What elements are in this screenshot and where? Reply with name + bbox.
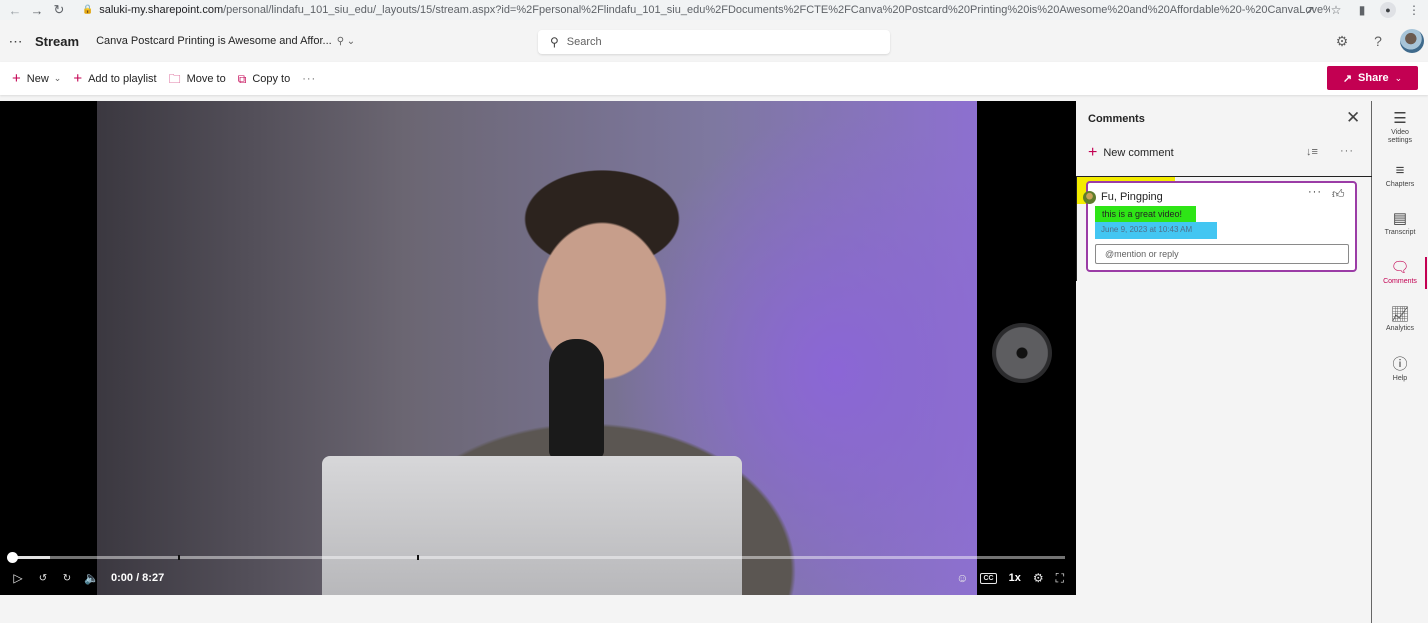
app-launcher-icon[interactable]: ⋯ (4, 33, 26, 50)
new-comment-button[interactable]: + New comment (1088, 145, 1174, 161)
rail-label: Help (1392, 375, 1408, 382)
rail-label: Comments (1383, 278, 1417, 285)
settings-gear-icon[interactable]: ⚙ (1324, 33, 1360, 50)
help-icon: ⓘ (1392, 356, 1408, 373)
right-rail: ☰ Video settings ≡ Chapters ▤ Transcript … (1372, 101, 1428, 623)
command-bar: + New ⌄ + Add to playlist 🗀 Move to ⧉ Co… (0, 62, 1428, 95)
fullscreen-icon[interactable]: ⛶ (1056, 571, 1064, 586)
forward-arrow-icon[interactable]: → (26, 3, 48, 18)
chapter-marker[interactable] (417, 555, 420, 560)
comment-date: June 9, 2023 at 10:43 AM (1095, 222, 1217, 239)
mic-arm-joint (992, 323, 1052, 383)
timecode: 0:00 / 8:27 (111, 572, 165, 584)
url-host: saluki-my.sharepoint.com (99, 3, 224, 16)
rewind-10-icon[interactable]: ↺ (36, 573, 50, 584)
rail-item-analytics[interactable]: 📈︎ Analytics (1372, 307, 1428, 333)
play-icon[interactable]: ▷ (11, 571, 25, 585)
plus-icon: + (1088, 144, 1098, 161)
active-indicator (1425, 257, 1427, 289)
sort-icon[interactable]: ↓≡ (1306, 146, 1318, 158)
comments-panel: Comments ✕ + New comment ↓≡ ··· Fu, Ping… (1076, 101, 1372, 623)
analytics-icon: 📈︎ (1390, 306, 1410, 323)
comments-more-button[interactable]: ··· (1340, 145, 1354, 157)
user-avatar[interactable] (1400, 29, 1424, 53)
comments-icon: 🗨︎ (1390, 259, 1410, 276)
move-to-button[interactable]: 🗀 Move to (169, 73, 226, 85)
side-panel-icon[interactable]: ▮ (1354, 3, 1370, 17)
browser-menu-icon[interactable]: ⋮ (1406, 3, 1422, 17)
rail-label: Analytics (1385, 325, 1414, 332)
forward-10-icon[interactable]: ↻ (60, 573, 74, 584)
rail-item-comments[interactable]: 🗨︎ Comments (1372, 260, 1428, 286)
rail-item-chapters[interactable]: ≡ Chapters (1372, 163, 1428, 189)
search-input[interactable]: ⚲ Search (538, 30, 890, 54)
rail-item-help[interactable]: ⓘ Help (1372, 357, 1428, 383)
rail-label: Chapters (1385, 181, 1415, 188)
share-page-icon[interactable]: ↗ (1302, 3, 1318, 17)
url-path: /personal/lindafu_101_siu_edu/_layouts/1… (223, 3, 1330, 16)
video-frame (97, 101, 1052, 595)
new-button[interactable]: + New ⌄ (12, 71, 61, 86)
browser-toolbar: ← → ↻ 🔒 saluki-my.sharepoint.com /person… (0, 0, 1428, 20)
microphone (549, 339, 604, 459)
address-bar[interactable]: 🔒 saluki-my.sharepoint.com /personal/lin… (74, 0, 1330, 19)
share-button[interactable]: ↗ Share ⌄ (1327, 66, 1418, 90)
progress-thumb[interactable] (7, 552, 18, 563)
video-player[interactable]: ▷ ↺ ↻ 🔈 0:00 / 8:27 ☺ CC 1x ⚙ ⛶ (0, 101, 1076, 595)
document-info-chevron-icon[interactable]: ⚲ ⌄ (337, 36, 355, 47)
share-label: Share (1358, 72, 1389, 84)
progress-bar[interactable] (7, 552, 1065, 563)
comment-author: Fu, Pingping (1101, 191, 1163, 203)
back-arrow-icon[interactable]: ← (4, 3, 26, 18)
reply-input[interactable]: @mention or reply (1095, 244, 1349, 264)
chevron-down-icon: ⌄ (1394, 72, 1403, 83)
more-actions-button[interactable]: ··· (302, 73, 316, 85)
copy-icon: ⧉ (237, 71, 247, 86)
folder-move-icon: 🗀 (168, 71, 181, 86)
comment-more-button[interactable]: ··· (1308, 186, 1322, 198)
add-to-playlist-label: Add to playlist (88, 72, 157, 85)
rail-label: Transcript (1384, 229, 1416, 236)
transcript-icon: ▤ (1392, 210, 1408, 227)
playback-speed-button[interactable]: 1x (1009, 572, 1021, 584)
new-comment-label: New comment (1103, 147, 1174, 159)
more-icon: ··· (302, 72, 317, 85)
move-to-label: Move to (186, 72, 226, 85)
rail-label: Video settings (1387, 129, 1413, 145)
plus-icon: + (73, 70, 83, 87)
browser-profile-icon[interactable]: ● (1380, 2, 1396, 18)
rail-item-video-settings[interactable]: ☰ Video settings (1372, 111, 1428, 145)
plus-icon: + (12, 70, 21, 87)
chevron-down-icon: ⌄ (53, 73, 62, 83)
rail-item-transcript[interactable]: ▤ Transcript (1372, 211, 1428, 237)
reload-icon[interactable]: ↻ (48, 2, 70, 18)
app-name[interactable]: Stream (35, 34, 79, 49)
lock-icon: 🔒 (82, 4, 94, 14)
search-icon: ⚲ (550, 35, 559, 49)
bookmark-star-icon[interactable]: ☆ (1328, 3, 1344, 17)
player-controls: ▷ ↺ ↻ 🔈 0:00 / 8:27 ☺ CC 1x ⚙ ⛶ (0, 568, 1076, 588)
comment-text: this is a great video! (1095, 206, 1196, 222)
video-settings-icon: ☰ (1393, 110, 1407, 127)
search-placeholder: Search (566, 36, 602, 48)
player-settings-gear-icon[interactable]: ⚙ (1033, 571, 1044, 585)
audio-description-icon[interactable]: ☺ (956, 571, 968, 585)
thumbs-up-icon[interactable]: 👍︎ (1332, 187, 1345, 202)
comments-title: Comments (1088, 113, 1145, 125)
new-label: New (26, 72, 49, 85)
close-icon[interactable]: ✕ (1346, 109, 1360, 126)
copy-to-button[interactable]: ⧉ Copy to (238, 73, 291, 85)
volume-icon[interactable]: 🔈 (84, 571, 99, 585)
share-icon: ↗ (1342, 72, 1353, 85)
comment-author-avatar (1083, 191, 1096, 204)
add-to-playlist-button[interactable]: + Add to playlist (73, 71, 156, 86)
chapter-marker[interactable] (178, 555, 181, 560)
copy-to-label: Copy to (252, 72, 291, 85)
document-title[interactable]: Canva Postcard Printing is Awesome and A… (96, 35, 332, 47)
chapters-icon: ≡ (1395, 162, 1405, 179)
captions-icon[interactable]: CC (980, 572, 997, 584)
help-question-icon[interactable]: ? (1360, 33, 1396, 49)
app-header: ⋯ Stream Canva Postcard Printing is Awes… (0, 20, 1428, 62)
